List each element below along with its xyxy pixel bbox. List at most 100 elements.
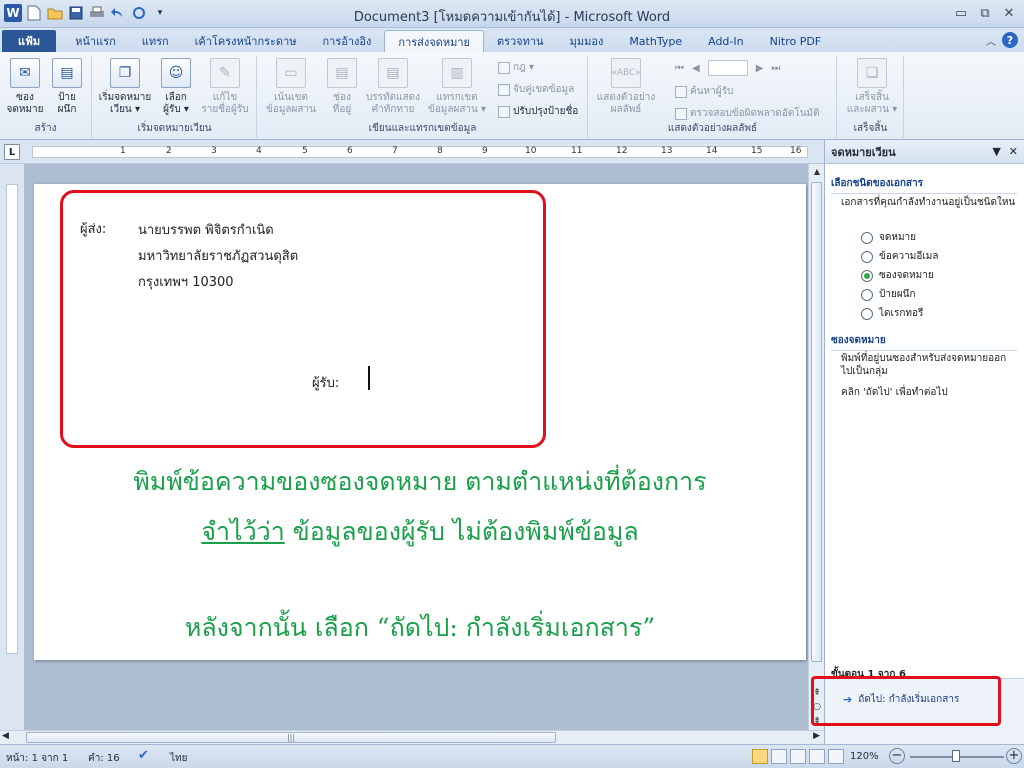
full-screen-reading-view-icon[interactable] <box>771 749 787 764</box>
horizontal-scroll-thumb[interactable]: ||| <box>26 732 556 743</box>
print-layout-view-icon[interactable] <box>752 749 768 764</box>
highlight-box-envelope <box>60 190 546 448</box>
preview-results-button[interactable]: «ABC» แสดงตัวอย่าง ผลลัพธ์ <box>591 58 661 116</box>
vertical-ruler-strip[interactable] <box>6 184 18 654</box>
find-recipient-icon <box>675 85 687 98</box>
restore-icon[interactable]: ⧉ <box>974 3 996 23</box>
instruction-line-1: พิมพ์ข้อความของซองจดหมาย ตามตำแหน่งที่ต้… <box>133 467 707 496</box>
pane-options-icon[interactable]: ▼ <box>992 145 1000 158</box>
document-page[interactable]: ผู้ส่ง: นายบรรพต พิจิตรกำเนิด มหาวิทยาลั… <box>34 184 806 660</box>
ruler-numbers: 1 2 3 4 5 6 7 8 9 10 11 12 13 14 15 16 <box>36 146 806 158</box>
tab-file[interactable]: แฟ้ม <box>2 30 57 52</box>
language-indicator[interactable]: ไทย <box>170 751 187 766</box>
horizontal-scrollbar[interactable]: ◀ ||| ▶ <box>0 730 824 744</box>
ruler-number: 6 <box>347 146 353 156</box>
tab-home[interactable]: หน้าแรก <box>62 30 129 52</box>
greeting-line-button[interactable]: ▤ บรรทัดแสดง คำทักทาย <box>362 58 424 116</box>
group-label-write-insert: เขียนและแทรกเขตข้อมูล <box>368 123 477 134</box>
find-recipient-button[interactable]: ค้นหาผู้รับ <box>675 84 733 99</box>
outline-view-icon[interactable] <box>809 749 825 764</box>
proofing-icon[interactable]: ✔ <box>138 748 149 763</box>
page-count[interactable]: หน้า: 1 จาก 1 <box>6 751 68 766</box>
vertical-scroll-thumb[interactable] <box>811 182 822 662</box>
minimize-ribbon-icon[interactable]: ︿ <box>986 33 996 48</box>
draft-view-icon[interactable] <box>828 749 844 764</box>
ruler-number: 16 <box>790 146 802 156</box>
start-mail-merge-button[interactable]: ❐ เริ่มจดหมาย เวียน ▾ <box>97 58 153 116</box>
tab-mailings[interactable]: การส่งจดหมาย <box>384 30 484 52</box>
scroll-up-icon[interactable]: ▲ <box>809 164 825 178</box>
last-record-icon[interactable]: ⏭ <box>771 63 780 74</box>
finish-merge-button[interactable]: ❏ เสร็จสิ้น และผสาน ▾ <box>844 58 900 116</box>
radio-dot <box>861 250 873 263</box>
ruler-number: 12 <box>616 146 628 156</box>
rules-button[interactable]: กฎ ▾ <box>498 60 534 75</box>
next-starting-document-link[interactable]: ➔ ถัดไป: กำลังเริ่มเอกสาร <box>843 692 959 707</box>
address-block-icon: ▤ <box>327 58 357 88</box>
update-labels-button[interactable]: ปรับปรุงป้ายชื่อ <box>498 104 578 119</box>
sender-line: นายบรรพต พิจิตรกำเนิด <box>138 223 274 238</box>
zoom-out-icon[interactable]: − <box>889 748 905 764</box>
first-record-icon[interactable]: ⏮ <box>675 63 684 74</box>
ruler-number: 13 <box>661 146 673 156</box>
tab-add-in[interactable]: Add-In <box>695 30 756 52</box>
status-bar: หน้า: 1 จาก 1 คำ: 16 ✔ ไทย 120% − + <box>0 744 1024 768</box>
previous-record-icon[interactable]: ◀ <box>692 63 700 74</box>
match-fields-button[interactable]: จับคู่เขตข้อมูล <box>498 82 574 97</box>
zoom-level[interactable]: 120% <box>850 751 879 762</box>
tab-nitro-pdf[interactable]: Nitro PDF <box>757 30 835 52</box>
next-record-icon[interactable]: ▶ <box>756 63 764 74</box>
auto-check-errors-button[interactable]: ตรวจสอบข้อผิดพลาดอัตโนมัติ <box>675 106 820 121</box>
sender-label: ผู้ส่ง: <box>80 222 107 237</box>
pane-close-icon[interactable]: ✕ <box>1009 145 1018 158</box>
minimize-icon[interactable]: ▭ <box>950 3 972 23</box>
web-layout-view-icon[interactable] <box>790 749 806 764</box>
insert-field-icon: ▥ <box>442 58 472 88</box>
recipient-label: ผู้รับ: <box>312 376 340 391</box>
select-recipients-button[interactable]: ☺ เลือก ผู้รับ ▾ <box>153 58 199 116</box>
tab-insert[interactable]: แทรก <box>129 30 182 52</box>
text-cursor <box>368 366 370 390</box>
labels-button[interactable]: ▤ ป้าย ผนึก <box>44 58 90 116</box>
insert-merge-field-button[interactable]: ▥ แทรกเขต ข้อมูลผสาน ▾ <box>424 58 490 116</box>
address-block-button[interactable]: ▤ ช่อง ที่อยู่ <box>320 58 364 116</box>
radio-labels[interactable]: ป้ายผนึก <box>861 287 916 302</box>
tab-view[interactable]: มุมมอง <box>557 30 617 52</box>
envelope-icon: ✉ <box>10 58 40 88</box>
radio-envelopes[interactable]: ซองจดหมาย <box>861 268 934 283</box>
ruler-number: 5 <box>302 146 308 156</box>
radio-email[interactable]: ข้อความอีเมล <box>861 249 939 264</box>
group-create: ✉ ซอง จดหมาย ▤ ป้าย ผนึก สร้าง <box>0 56 92 138</box>
envelopes-button[interactable]: ✉ ซอง จดหมาย <box>2 58 48 116</box>
group-finish: ❏ เสร็จสิ้น และผสาน ▾ เสร็จสิ้น <box>838 56 904 138</box>
edit-recipient-list-button[interactable]: ✎ แก้ไข รายชื่อผู้รับ <box>197 58 253 116</box>
ruler-number: 8 <box>437 146 443 156</box>
radio-dot <box>861 288 873 301</box>
close-icon[interactable]: ✕ <box>998 3 1020 23</box>
group-write-insert: ▭ เน้นเขต ข้อมูลผสาน ▤ ช่อง ที่อยู่ ▤ บร… <box>258 56 588 138</box>
radio-directory[interactable]: ไดเรกทอรี <box>861 306 923 321</box>
help-icon[interactable]: ? <box>1002 32 1018 48</box>
vertical-scrollbar[interactable]: ▲ ⇞ ○ ⇟ <box>808 164 824 730</box>
tab-references[interactable]: การอ้างอิง <box>310 30 385 52</box>
documents-icon: ❐ <box>110 58 140 88</box>
sender-address: นายบรรพต พิจิตรกำเนิด มหาวิทยาลัยราชภัฏส… <box>138 218 298 296</box>
word-count[interactable]: คำ: 16 <box>88 751 120 766</box>
radio-letters[interactable]: จดหมาย <box>861 230 916 245</box>
tab-selector[interactable]: L <box>4 144 20 160</box>
tab-page-layout[interactable]: เค้าโครงหน้ากระดาษ <box>182 30 310 52</box>
group-label-start-merge: เริ่มจดหมายเวียน <box>137 123 212 134</box>
scroll-left-icon[interactable]: ◀ <box>2 731 9 741</box>
scroll-right-icon[interactable]: ▶ <box>813 731 820 741</box>
zoom-in-icon[interactable]: + <box>1006 748 1022 764</box>
highlight-merge-fields-button[interactable]: ▭ เน้นเขต ข้อมูลผสาน <box>262 58 320 116</box>
ruler-number: 9 <box>482 146 488 156</box>
sender-line: มหาวิทยาลัยราชภัฏสวนดุสิต <box>138 249 299 264</box>
tab-review[interactable]: ตรวจทาน <box>484 30 557 52</box>
record-number-input[interactable] <box>707 60 748 76</box>
radio-dot <box>861 231 873 244</box>
zoom-slider-thumb[interactable] <box>952 750 960 762</box>
group-label-finish: เสร็จสิ้น <box>853 123 888 134</box>
tab-mathtype[interactable]: MathType <box>616 30 695 52</box>
radio-dot <box>861 307 873 320</box>
